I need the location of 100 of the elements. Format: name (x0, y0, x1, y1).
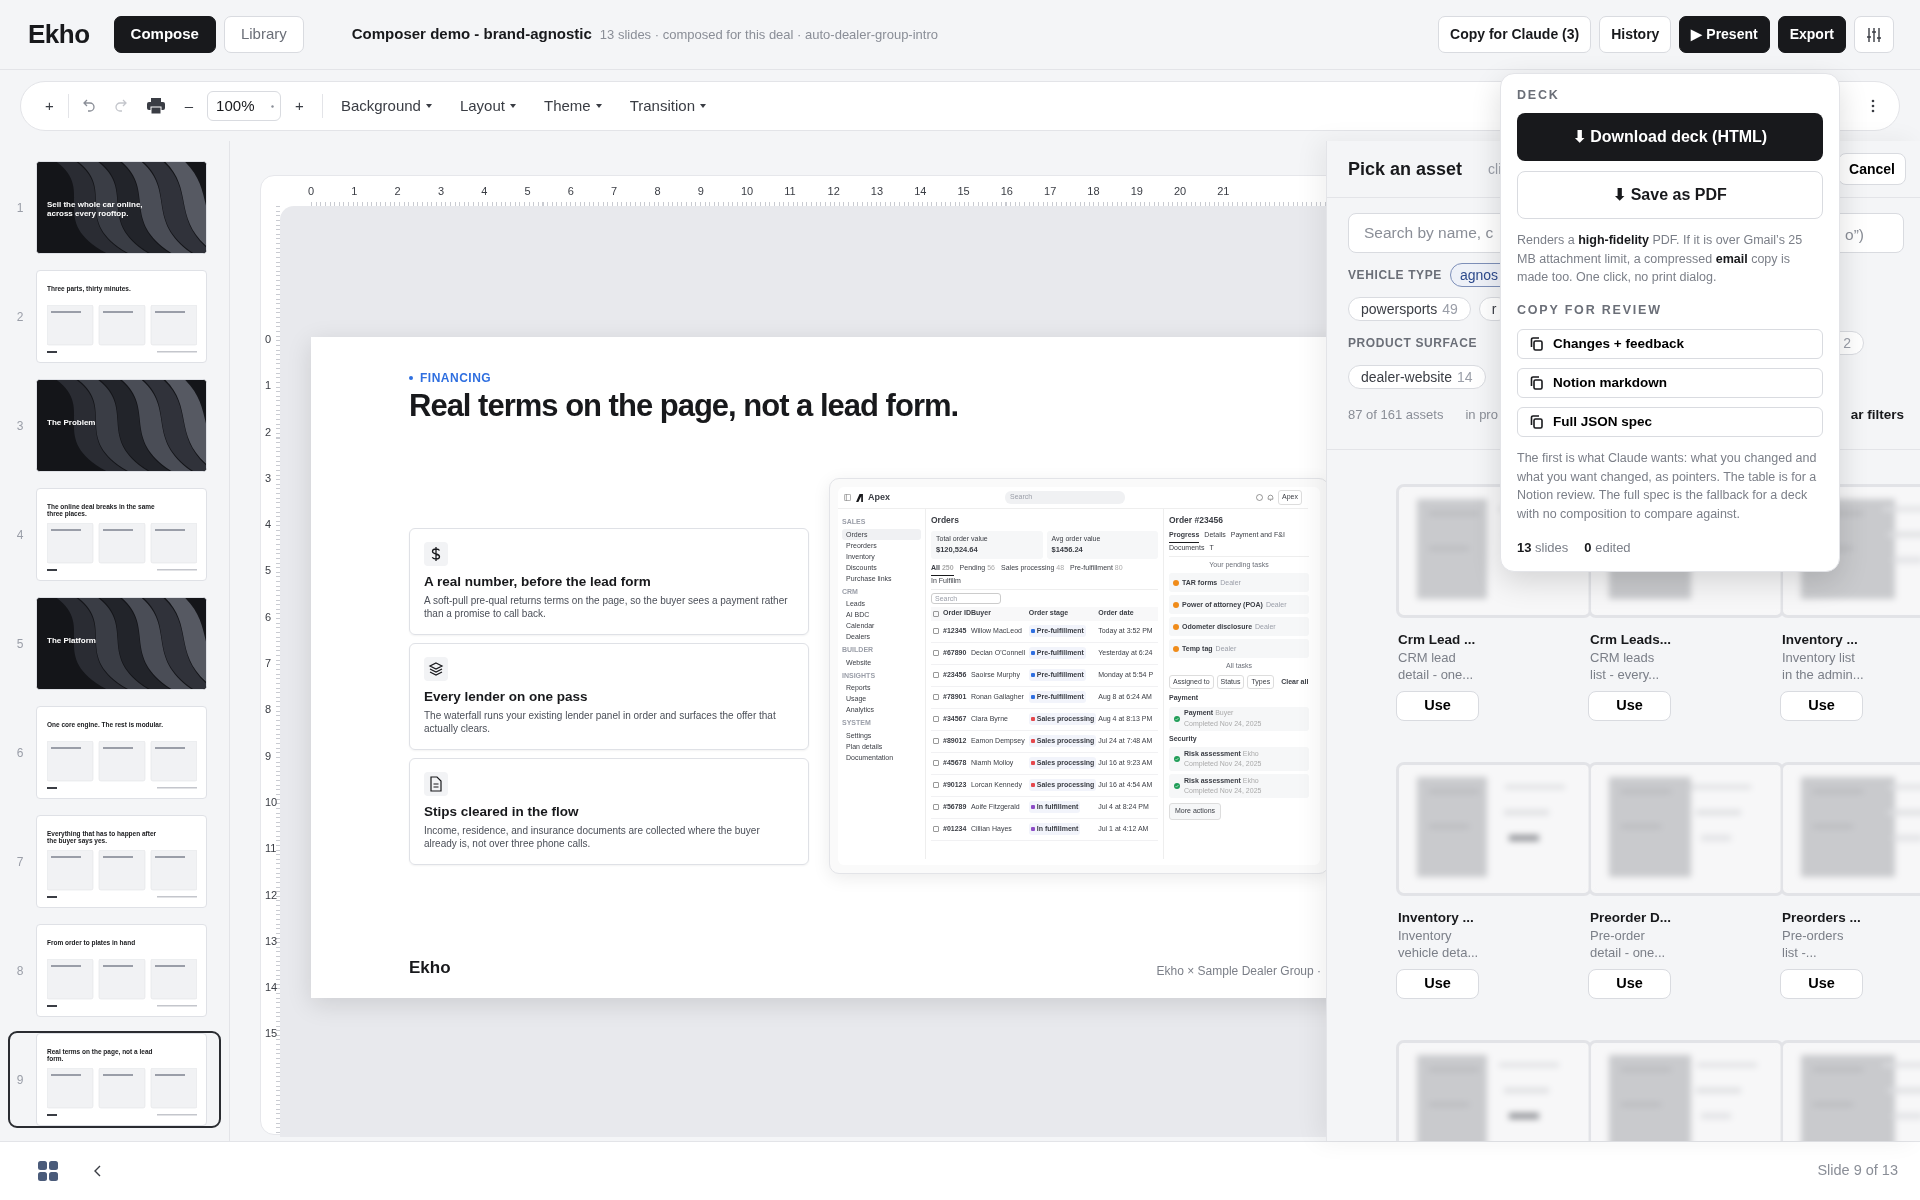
ruler-label: 4 (265, 518, 272, 531)
use-button[interactable]: Use (1588, 690, 1671, 721)
check-circle-icon (1174, 783, 1180, 790)
bullet-icon (409, 376, 413, 380)
ruler-label: 16 (1000, 185, 1013, 197)
menu-button[interactable]: Theme (538, 90, 608, 122)
use-button[interactable]: Use (1588, 968, 1671, 999)
use-button[interactable]: Use (1780, 690, 1863, 721)
use-button[interactable]: Use (1396, 968, 1479, 999)
pending-dot-icon (1173, 645, 1179, 652)
checkbox[interactable] (933, 804, 939, 811)
slide-number: 8 (15, 962, 25, 980)
more-icon (1871, 99, 1875, 113)
slide-list-item[interactable]: 1 Sell the whole car online, across every rooftop. (8, 159, 221, 256)
asset-description: Pre-orders list -... (1782, 928, 1845, 961)
slide-list-item[interactable]: 5 The Platform (8, 595, 221, 692)
caret-icon (595, 104, 602, 108)
checkbox[interactable] (933, 782, 939, 789)
slide-number: 9 (15, 1071, 25, 1089)
menu-button[interactable]: Background (334, 90, 438, 122)
deck-stat: 0 edited (1584, 538, 1631, 557)
copy-icon (1530, 336, 1543, 351)
document-title: Composer demo - brand-agnostic (351, 24, 592, 45)
redo-icon (114, 99, 127, 113)
ruler-label: 7 (265, 657, 272, 670)
print-icon (146, 98, 165, 114)
action-button[interactable]: Copy for Claude (3) (1438, 16, 1592, 53)
slide-list-item[interactable]: 3 The Problem (8, 377, 221, 474)
mode-tab[interactable]: Compose (113, 16, 216, 53)
action-button[interactable]: Export (1777, 16, 1846, 53)
layers-icon (424, 656, 448, 681)
checkbox[interactable] (933, 716, 939, 723)
ruler-label: 11 (784, 185, 796, 197)
cancel-button[interactable]: Cancel (1838, 153, 1906, 185)
mode-tab[interactable]: Library (223, 16, 304, 53)
eyebrow-label: FINANCING (420, 370, 492, 387)
filter-label: PRODUCT SURFACE (1348, 335, 1477, 352)
footer-text: Ekho × Sample Dealer Group · (1156, 963, 1321, 980)
ruler-label: 5 (265, 564, 272, 577)
card-title: Every lender on one pass (424, 687, 589, 706)
menu-button[interactable]: Layout (453, 90, 522, 122)
settings-button[interactable] (1854, 16, 1894, 53)
checkbox[interactable] (933, 738, 939, 745)
panel-title: Order #23456 (1169, 514, 1224, 527)
zoom-out-button[interactable]: – (178, 90, 200, 122)
footer-logo: Ekho (409, 956, 451, 979)
checkbox[interactable] (933, 672, 939, 679)
asset-title: Crm Lead ... (1398, 631, 1477, 649)
checkbox[interactable] (933, 760, 939, 767)
bell-icon[interactable] (1267, 494, 1275, 502)
use-button[interactable]: Use (1396, 690, 1479, 721)
checkbox[interactable] (933, 610, 939, 617)
download-button[interactable]: ⬇ Download deck (HTML) (1517, 112, 1823, 161)
ruler-label: 15 (265, 1027, 278, 1040)
ruler-label: 6 (265, 610, 272, 623)
deck-stat: 13 slides (1517, 538, 1569, 557)
zoom-in-button[interactable]: + (289, 90, 310, 122)
section-label: DECK (1517, 87, 1561, 104)
ruler-label: 9 (265, 749, 272, 762)
help-icon[interactable] (1256, 494, 1264, 502)
filter-chip[interactable]: dealer-website 14 (1348, 365, 1486, 389)
copy-button[interactable]: Notion markdown (1517, 367, 1823, 398)
action-button[interactable]: History (1599, 16, 1672, 53)
slide-thumbnail[interactable]: Sell the whole car online, across every rooftop. (36, 161, 207, 254)
checkbox[interactable] (933, 628, 939, 635)
ruler-label: 11 (265, 842, 277, 855)
asset-title: Preorders ... (1782, 909, 1862, 927)
ruler-label: 3 (437, 185, 444, 197)
caret-icon (271, 104, 275, 108)
checkbox[interactable] (933, 694, 939, 701)
sidebar-toggle-icon[interactable] (844, 494, 851, 502)
slide-thumbnail[interactable]: The Platform (36, 597, 207, 690)
save-pdf-button[interactable]: ⬇ Save as PDF (1517, 170, 1823, 219)
undo-icon (82, 99, 95, 113)
checkbox[interactable] (933, 826, 939, 833)
ruler-label: 14 (265, 981, 278, 994)
logo-icon (856, 493, 863, 502)
ruler-label: 1 (351, 185, 358, 197)
asset-description: Inventory list in the admin... (1782, 650, 1865, 683)
caret-icon (425, 104, 432, 108)
ruler-label: 14 (914, 185, 927, 197)
ruler-label: 3 (265, 471, 272, 484)
copy-button[interactable]: Changes + feedback (1517, 328, 1823, 359)
copy-icon (1530, 375, 1543, 390)
add-button[interactable]: + (39, 90, 60, 122)
slide-thumbnail[interactable]: The Problem (36, 379, 207, 472)
asset-description: Pre-order detail - one... (1590, 928, 1667, 961)
ruler-label: 18 (1087, 185, 1100, 197)
action-button[interactable]: ▶ Present (1679, 16, 1770, 53)
clear-filters-link[interactable]: ar filters (1850, 405, 1904, 426)
document-meta: 13 slides · composed for this deal · auto-dealer-group-intro (599, 25, 938, 44)
ruler-label: 10 (740, 185, 754, 197)
zoom-field[interactable]: 100% (207, 91, 282, 121)
copy-button[interactable]: Full JSON spec (1517, 406, 1823, 437)
checkbox[interactable] (933, 650, 939, 657)
thumbnail-title: The Platform (47, 636, 97, 646)
filter-chip[interactable]: powersports 49 (1348, 297, 1471, 321)
menu-button[interactable]: Transition (623, 90, 712, 122)
card-text: Income, residence, and insurance documents are collected where the buyer already is, not over three phone calls. (424, 824, 761, 851)
use-button[interactable]: Use (1780, 968, 1863, 999)
